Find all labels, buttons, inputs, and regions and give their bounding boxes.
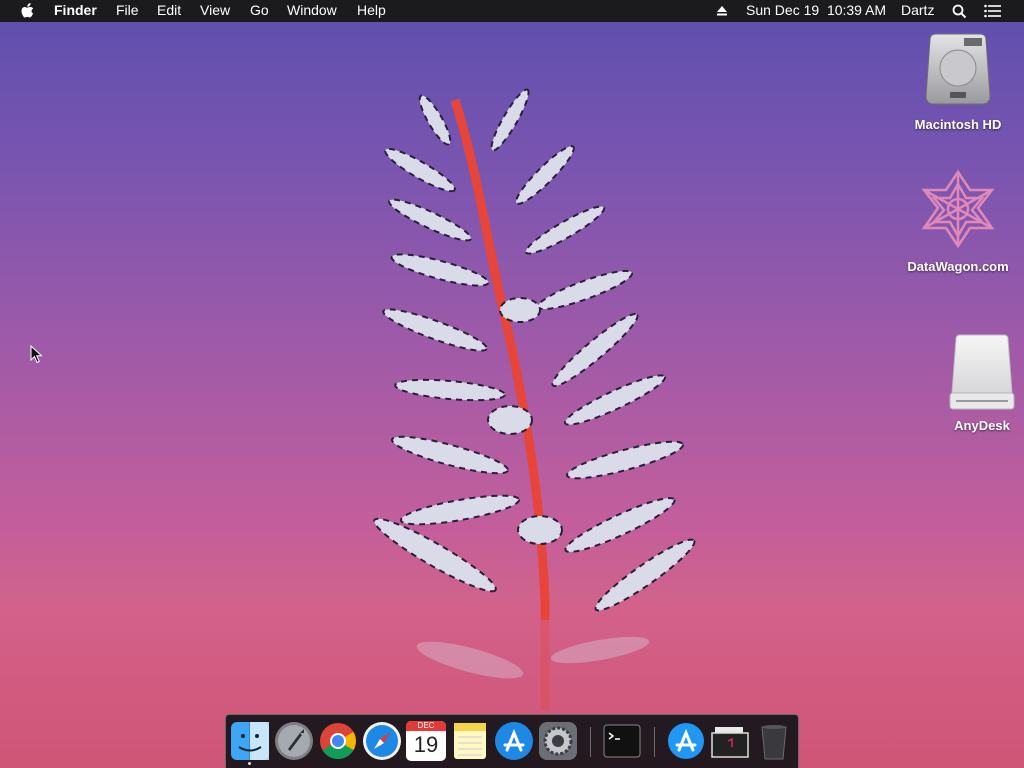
desktop-icon-label: Macintosh HD — [914, 117, 1002, 132]
eject-icon[interactable] — [715, 4, 729, 18]
menu-view[interactable]: View — [200, 2, 230, 18]
launchpad-icon[interactable] — [274, 721, 314, 761]
apple-menu-icon[interactable] — [20, 2, 36, 20]
desktop-icon-anydesk[interactable]: AnyDesk — [927, 333, 1024, 433]
menu-finder[interactable]: Finder — [54, 2, 97, 18]
notification-center-icon[interactable] — [984, 4, 1001, 18]
dock-separator — [590, 727, 591, 757]
dock-separator — [654, 727, 655, 757]
menu-file[interactable]: File — [116, 2, 139, 18]
menu-help[interactable]: Help — [357, 2, 386, 18]
chrome-icon[interactable] — [318, 721, 358, 761]
downloads-stack-icon[interactable] — [710, 721, 750, 761]
dock: DEC 19 — [225, 714, 799, 768]
desktop-icon-label: AnyDesk — [954, 418, 1010, 433]
safari-icon[interactable] — [362, 721, 402, 761]
datawagon-logo-icon — [921, 169, 995, 249]
wallpaper-plant — [373, 88, 696, 710]
applications-folder-icon[interactable] — [666, 721, 706, 761]
terminal-icon[interactable] — [602, 721, 642, 761]
menu-window[interactable]: Window — [287, 2, 337, 18]
trash-icon[interactable] — [754, 721, 794, 761]
desktop-icon-datawagon[interactable]: DataWagon.com — [903, 168, 1013, 274]
calendar-month: DEC — [406, 721, 446, 731]
finder-running-indicator — [248, 762, 251, 765]
spotlight-search-icon[interactable] — [952, 4, 967, 19]
desktop-icon-macintosh-hd[interactable]: Macintosh HD — [903, 30, 1013, 132]
system-preferences-icon[interactable] — [538, 721, 578, 761]
desktop-icon-label: DataWagon.com — [907, 259, 1009, 274]
notes-icon[interactable] — [450, 721, 490, 761]
hard-drive-icon — [925, 33, 991, 105]
menu-bar: Finder File Edit View Go Window Help Sun… — [0, 0, 1024, 22]
menu-edit[interactable]: Edit — [157, 2, 181, 18]
finder-icon[interactable] — [230, 721, 270, 761]
menu-user[interactable]: Dartz — [901, 2, 934, 18]
mouse-cursor-icon — [30, 345, 43, 364]
app-store-icon[interactable] — [494, 721, 534, 761]
removable-drive-icon — [949, 334, 1015, 410]
menu-datetime[interactable]: Sun Dec 19 10:39 AM — [746, 2, 886, 18]
calendar-day: 19 — [413, 732, 439, 757]
menu-go[interactable]: Go — [250, 2, 269, 18]
calendar-icon[interactable]: DEC 19 — [406, 721, 446, 761]
